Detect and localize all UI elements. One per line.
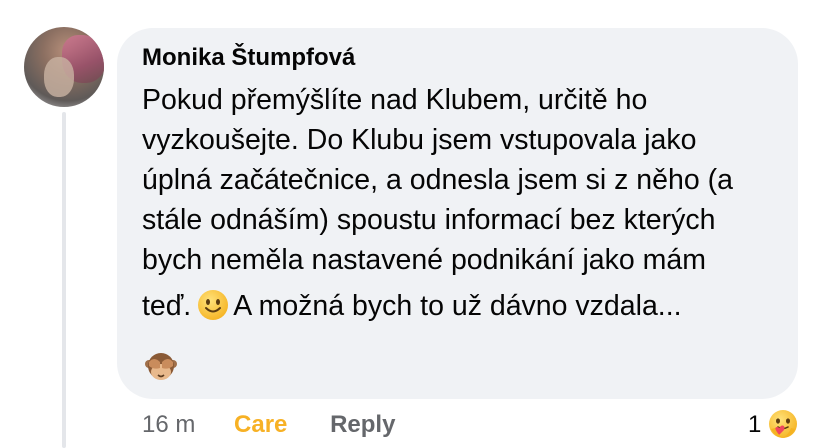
reaction-summary[interactable]: 1 — [748, 406, 801, 444]
reply-button[interactable]: Reply — [330, 411, 395, 439]
reaction-count: 1 — [748, 411, 762, 438]
comment-line-end: A možná bych to už dávno vzdala... — [233, 290, 682, 322]
comment-line: bych neměla nastavené podnikání jako mám — [142, 244, 707, 276]
comment-line-start: teď. — [142, 290, 192, 322]
avatar[interactable] — [24, 27, 104, 107]
comment-author[interactable]: Monika Štumpfová — [142, 44, 355, 72]
care-button[interactable]: Care — [234, 411, 287, 439]
slightly-smiling-face-icon — [198, 290, 229, 320]
thread-line — [62, 112, 66, 448]
comment-line: Pokud přemýšlíte nad Klubem, určitě ho — [142, 84, 648, 116]
care-reaction-icon — [767, 409, 800, 441]
comment-line: úplná začátečnice, a odnesla jsem si z n… — [142, 164, 733, 196]
see-no-evil-monkey-icon — [145, 353, 177, 380]
comment-timestamp[interactable]: 16 m — [142, 411, 195, 439]
comment-line: vyzkoušejte. Do Klubu jsem vstupovala ja… — [142, 124, 697, 156]
comment-line: stále odnáším) spoustu informací bez kte… — [142, 204, 716, 236]
comment-actions: 16 m Care Reply — [142, 410, 395, 439]
comment-line: teď. A možná bych to už dávno vzdala... — [142, 286, 792, 326]
comment-text: Pokud přemýšlíte nad Klubem, určitě ho v… — [142, 80, 792, 326]
